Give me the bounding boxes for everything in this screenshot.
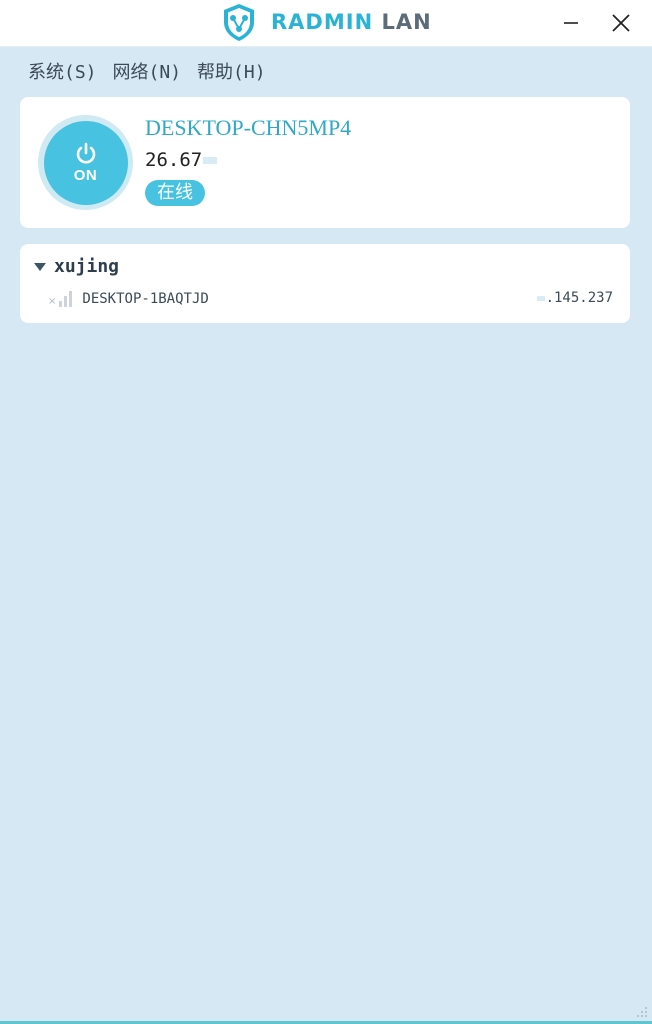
status-badge: 在线 bbox=[145, 180, 205, 206]
power-state-label: ON bbox=[73, 167, 98, 184]
power-button-ring: ON bbox=[38, 115, 133, 210]
network-name: xujing bbox=[54, 256, 120, 277]
close-icon bbox=[612, 14, 630, 32]
app-title-lan: LAN bbox=[381, 10, 432, 34]
app-title-radmin: RADMIN bbox=[271, 10, 374, 34]
peer-ip-text: .145.237 bbox=[545, 290, 613, 306]
redaction-mark bbox=[536, 295, 545, 301]
local-ip-text: 26.67 bbox=[145, 149, 203, 171]
menu-bar: 系统(S) 网络(N) 帮助(H) bbox=[28, 58, 266, 86]
menu-network[interactable]: 网络(N) bbox=[113, 58, 182, 86]
app-title: RADMIN LAN bbox=[271, 10, 432, 34]
power-toggle-button[interactable]: ON bbox=[43, 120, 128, 205]
peer-row[interactable]: × DESKTOP-1BAQTJD .145.237 bbox=[48, 288, 613, 310]
signal-offline-icon: × bbox=[48, 291, 73, 307]
redaction-mark bbox=[203, 156, 218, 164]
caret-down-icon[interactable] bbox=[34, 262, 46, 271]
local-hostname: DESKTOP-CHN5MP4 bbox=[145, 115, 352, 140]
peer-ip: .145.237 bbox=[536, 290, 613, 306]
app-logo: RADMIN LAN bbox=[219, 2, 432, 42]
minimize-icon bbox=[564, 22, 578, 24]
local-ip: 26.67 bbox=[145, 149, 218, 171]
peer-name: DESKTOP-1BAQTJD bbox=[82, 291, 209, 307]
menu-system[interactable]: 系统(S) bbox=[28, 58, 97, 86]
network-header[interactable]: xujing bbox=[34, 256, 119, 277]
menu-help[interactable]: 帮助(H) bbox=[197, 58, 266, 86]
power-icon bbox=[76, 142, 95, 164]
resize-grip-icon[interactable] bbox=[636, 1006, 648, 1018]
title-bar: RADMIN LAN bbox=[0, 0, 652, 47]
close-button[interactable] bbox=[606, 8, 636, 38]
minimize-button[interactable] bbox=[556, 8, 586, 38]
network-card: xujing × DESKTOP-1BAQTJD .145.237 bbox=[20, 244, 630, 323]
local-computer-card: ON DESKTOP-CHN5MP4 26.67 在线 bbox=[20, 97, 630, 228]
radmin-shield-icon bbox=[224, 4, 254, 41]
